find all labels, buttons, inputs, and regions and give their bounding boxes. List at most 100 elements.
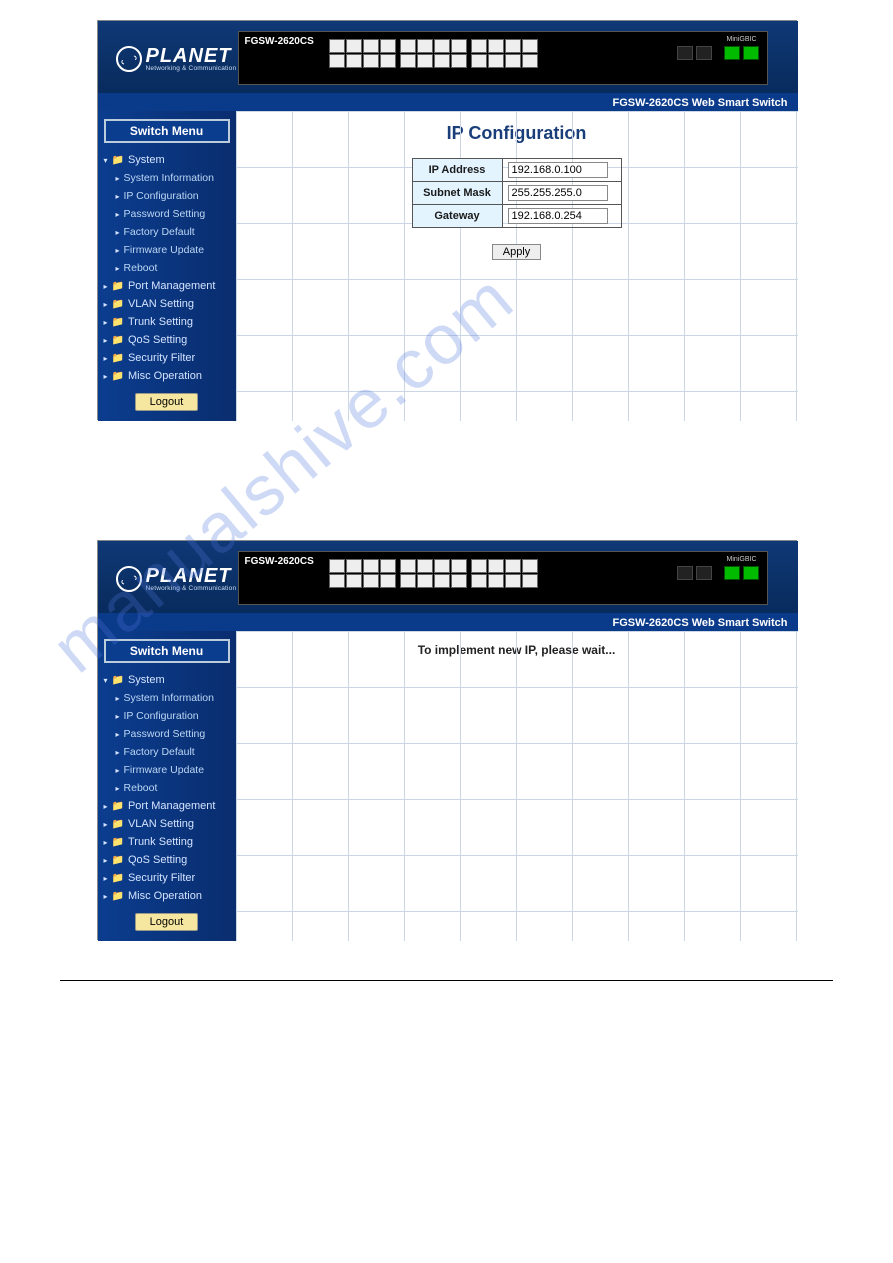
planet-icon bbox=[116, 566, 142, 592]
folder-icon: 📁 bbox=[112, 317, 124, 328]
sidebar-label: Password Setting bbox=[124, 208, 206, 220]
sidebar-label: IP Configuration bbox=[124, 190, 199, 202]
screenshot-wait: PLANET Networking & Communication FGSW-2… bbox=[97, 540, 797, 940]
sidebar-item-qos[interactable]: ▸📁QoS Setting bbox=[98, 331, 236, 349]
footer-rule bbox=[60, 980, 833, 981]
brand-text: PLANET Networking & Communication bbox=[146, 46, 237, 73]
sidebar: Switch Menu ▾📁System ▸System Information… bbox=[98, 111, 236, 421]
sidebar-item-system[interactable]: ▾📁System bbox=[98, 671, 236, 689]
sidebar-header: Switch Menu bbox=[104, 639, 230, 663]
sidebar-label: Misc Operation bbox=[128, 890, 202, 902]
sidebar-item-sysinfo[interactable]: ▸System Information bbox=[98, 169, 236, 187]
sidebar-label: Port Management bbox=[128, 800, 215, 812]
sidebar-label: Trunk Setting bbox=[128, 316, 193, 328]
folder-icon: 📁 bbox=[112, 873, 124, 884]
sidebar-label: Misc Operation bbox=[128, 370, 202, 382]
sidebar-label: Security Filter bbox=[128, 352, 195, 364]
sidebar-item-trunk[interactable]: ▸📁Trunk Setting bbox=[98, 313, 236, 331]
sidebar-item-misc[interactable]: ▸📁Misc Operation bbox=[98, 367, 236, 385]
ip-address-label: IP Address bbox=[412, 159, 502, 182]
sidebar-item-pwd[interactable]: ▸Password Setting bbox=[98, 205, 236, 223]
sidebar-item-factory[interactable]: ▸Factory Default bbox=[98, 743, 236, 761]
ip-config-form: IP Address Subnet Mask Gateway bbox=[412, 158, 622, 228]
logout-button[interactable]: Logout bbox=[135, 913, 199, 931]
brand-text: PLANET Networking & Communication bbox=[146, 566, 237, 593]
sidebar-item-ipconf[interactable]: ▸IP Configuration bbox=[98, 707, 236, 725]
brand-tagline: Networking & Communication bbox=[146, 586, 237, 593]
brand-logo: PLANET Networking & Communication bbox=[116, 46, 237, 73]
sidebar-label: QoS Setting bbox=[128, 334, 187, 346]
gateway-label: Gateway bbox=[412, 205, 502, 228]
folder-icon: 📁 bbox=[112, 837, 124, 848]
planet-icon bbox=[116, 46, 142, 72]
sidebar-label: Firmware Update bbox=[124, 764, 205, 776]
device-model-label: FGSW-2620CS bbox=[245, 556, 314, 567]
sidebar-label: QoS Setting bbox=[128, 854, 187, 866]
aux-ports bbox=[677, 566, 759, 580]
sidebar-label: Password Setting bbox=[124, 728, 206, 740]
sidebar-item-system[interactable]: ▾📁System bbox=[98, 151, 236, 169]
aux-ports bbox=[677, 46, 759, 60]
gateway-input[interactable] bbox=[508, 208, 608, 224]
sidebar-item-factory[interactable]: ▸Factory Default bbox=[98, 223, 236, 241]
sidebar-label: VLAN Setting bbox=[128, 818, 194, 830]
device-illustration: FGSW-2620CS MiniGBIC bbox=[238, 31, 768, 85]
sidebar-label: VLAN Setting bbox=[128, 298, 194, 310]
sidebar-item-pwd[interactable]: ▸Password Setting bbox=[98, 725, 236, 743]
product-subtitle: FGSW-2620CS Web Smart Switch bbox=[612, 617, 787, 629]
sidebar-item-sec[interactable]: ▸📁Security Filter bbox=[98, 349, 236, 367]
sidebar-item-misc[interactable]: ▸📁Misc Operation bbox=[98, 887, 236, 905]
apply-button[interactable]: Apply bbox=[492, 244, 542, 260]
product-subtitle: FGSW-2620CS Web Smart Switch bbox=[612, 97, 787, 109]
sidebar-label: System Information bbox=[124, 692, 214, 704]
main-panel: IP Configuration IP Address Subnet Mask … bbox=[236, 111, 798, 421]
folder-icon: 📁 bbox=[112, 891, 124, 902]
brand-name: PLANET bbox=[146, 46, 237, 66]
sidebar-label: Factory Default bbox=[124, 746, 195, 758]
folder-icon: 📁 bbox=[112, 675, 124, 686]
sidebar-label: Trunk Setting bbox=[128, 836, 193, 848]
port-group bbox=[329, 559, 589, 599]
sidebar-label: IP Configuration bbox=[124, 710, 199, 722]
folder-icon: 📁 bbox=[112, 335, 124, 346]
sidebar-item-portmgmt[interactable]: ▸📁Port Management bbox=[98, 277, 236, 295]
sidebar-item-trunk[interactable]: ▸📁Trunk Setting bbox=[98, 833, 236, 851]
sidebar: Switch Menu ▾📁System ▸System Information… bbox=[98, 631, 236, 941]
folder-icon: 📁 bbox=[112, 371, 124, 382]
brand-tagline: Networking & Communication bbox=[146, 66, 237, 73]
sidebar-label: System bbox=[128, 674, 165, 686]
device-model-label: FGSW-2620CS bbox=[245, 36, 314, 47]
subnet-mask-label: Subnet Mask bbox=[412, 182, 502, 205]
sidebar-label: Security Filter bbox=[128, 872, 195, 884]
sidebar-header: Switch Menu bbox=[104, 119, 230, 143]
sidebar-item-ipconf[interactable]: ▸IP Configuration bbox=[98, 187, 236, 205]
device-illustration: FGSW-2620CS MiniGBIC bbox=[238, 551, 768, 605]
folder-icon: 📁 bbox=[112, 819, 124, 830]
sidebar-item-sec[interactable]: ▸📁Security Filter bbox=[98, 869, 236, 887]
sidebar-item-reboot[interactable]: ▸Reboot bbox=[98, 259, 236, 277]
sidebar-label: System Information bbox=[124, 172, 214, 184]
sidebar-item-qos[interactable]: ▸📁QoS Setting bbox=[98, 851, 236, 869]
brand-logo: PLANET Networking & Communication bbox=[116, 566, 237, 593]
folder-icon: 📁 bbox=[112, 299, 124, 310]
folder-icon: 📁 bbox=[112, 281, 124, 292]
header-banner: PLANET Networking & Communication FGSW-2… bbox=[98, 541, 798, 631]
ip-address-input[interactable] bbox=[508, 162, 608, 178]
logout-button[interactable]: Logout bbox=[135, 393, 199, 411]
main-panel: To implement new IP, please wait... bbox=[236, 631, 798, 941]
grid-background bbox=[236, 631, 798, 941]
sidebar-label: Reboot bbox=[124, 262, 158, 274]
aux-ports-label: MiniGBIC bbox=[727, 36, 757, 43]
sidebar-label: Firmware Update bbox=[124, 244, 205, 256]
subnet-mask-input[interactable] bbox=[508, 185, 608, 201]
sidebar-item-sysinfo[interactable]: ▸System Information bbox=[98, 689, 236, 707]
screenshot-ip-config: PLANET Networking & Communication FGSW-2… bbox=[97, 20, 797, 420]
sidebar-item-fw[interactable]: ▸Firmware Update bbox=[98, 241, 236, 259]
brand-name: PLANET bbox=[146, 566, 237, 586]
sidebar-item-vlan[interactable]: ▸📁VLAN Setting bbox=[98, 295, 236, 313]
sidebar-item-reboot[interactable]: ▸Reboot bbox=[98, 779, 236, 797]
folder-icon: 📁 bbox=[112, 353, 124, 364]
sidebar-item-fw[interactable]: ▸Firmware Update bbox=[98, 761, 236, 779]
sidebar-item-vlan[interactable]: ▸📁VLAN Setting bbox=[98, 815, 236, 833]
sidebar-item-portmgmt[interactable]: ▸📁Port Management bbox=[98, 797, 236, 815]
